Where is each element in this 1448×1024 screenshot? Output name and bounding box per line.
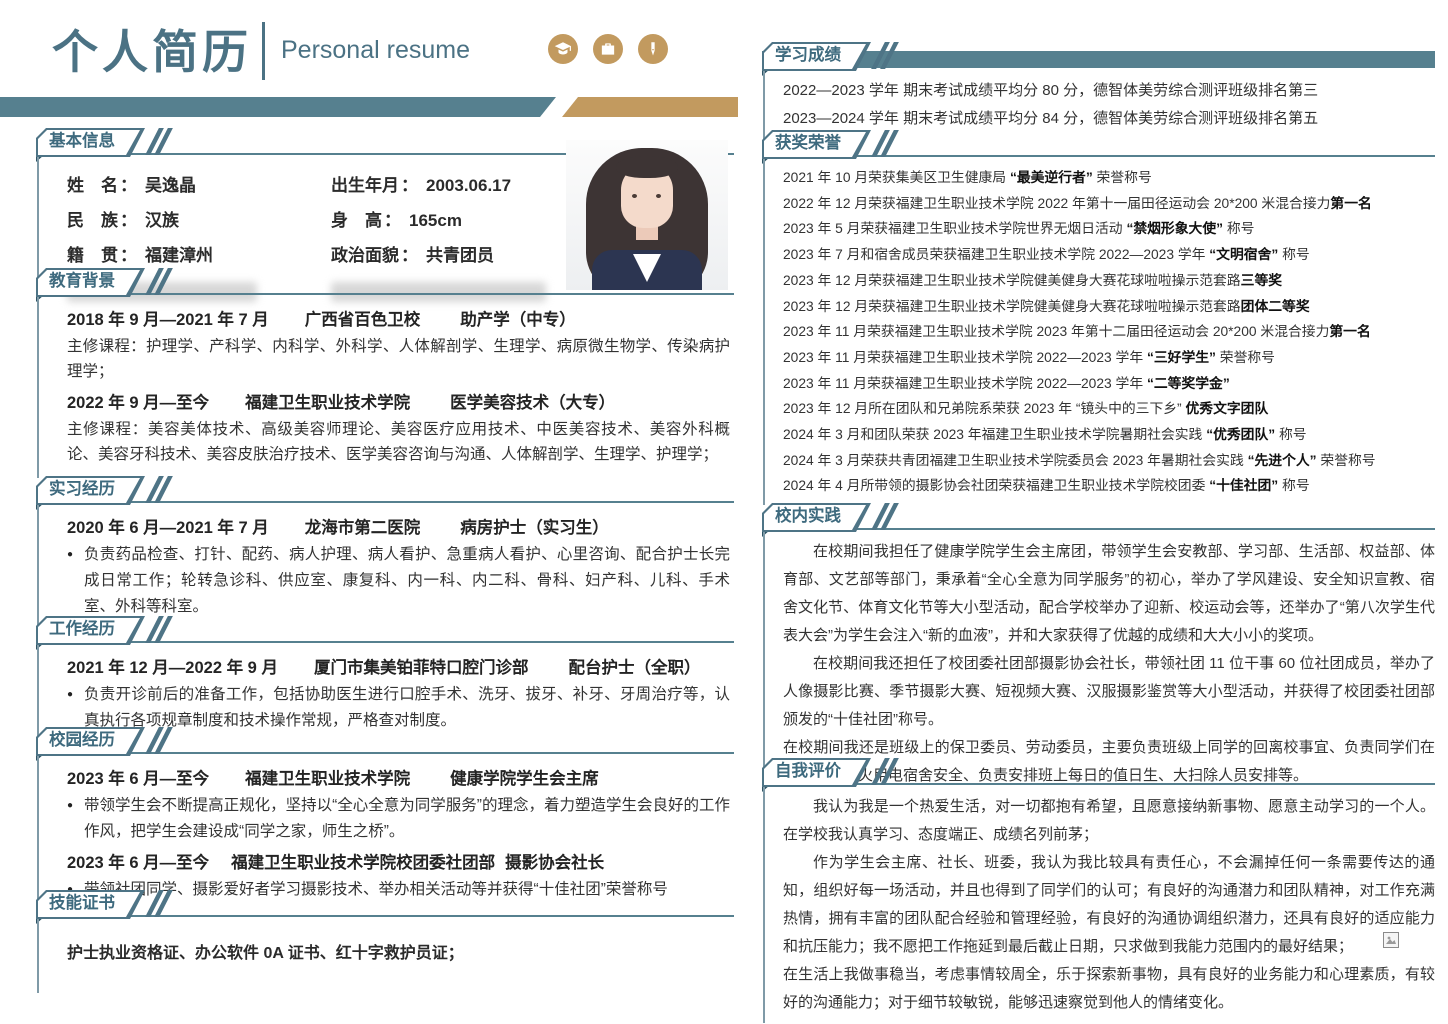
- field-hometown: 籍 贯：福建漳州: [67, 241, 317, 266]
- page-header: 个人简历 Personal resume: [52, 16, 736, 82]
- self-eval-paragraph: 作为学生会主席、社长、班委，我认为我比较具有责任心，不会漏掉任何一条需要传达的通…: [783, 849, 1435, 961]
- section-title: 教育背景: [36, 268, 145, 295]
- award-item: 2024 年 3 月荣获共青团福建卫生职业技术学院委员会 2023 年暑期社会实…: [783, 448, 1435, 474]
- header-icons: [548, 34, 736, 64]
- section-tag: 教育背景: [36, 268, 145, 295]
- section-header: 校内实践: [762, 503, 1435, 530]
- section-title: 自我评价: [762, 758, 871, 785]
- section-education: 教育背景 2018 年 9 月—2021 年 7 月广西省百色卫校助产学（中专）…: [36, 268, 734, 478]
- grade-line: 2023—2024 学年 期末考试成绩平均分 84 分，德智体美劳综合测评班级排…: [783, 105, 1435, 133]
- section-title: 校园经历: [36, 727, 145, 754]
- field-name: 姓 名：吴逸晶: [67, 171, 317, 196]
- section-title: 学习成绩: [762, 42, 871, 69]
- section-header: 工作经历: [36, 616, 734, 643]
- section-tag: 自我评价: [762, 758, 871, 785]
- section-internship: 实习经历 2020 年 6 月—2021 年 7 月龙海市第二医院病房护士（实习…: [36, 476, 734, 630]
- award-item: 2021 年 10 月荣获集美区卫生健康局 “最美逆行者” 荣誉称号: [783, 165, 1435, 191]
- title-divider: [262, 22, 265, 80]
- section-tag: 校内实践: [762, 503, 871, 530]
- section-tag: 校园经历: [36, 727, 145, 754]
- profile-photo: [566, 140, 728, 290]
- self-eval-paragraph: 在生活上我做事稳当，考虑事情较周全，乐于探索新事物，具有良好的业务能力和心理素质…: [783, 961, 1435, 1017]
- award-item: 2023 年 11 月荣获福建卫生职业技术学院 2023 年第十二届田径运动会 …: [783, 319, 1435, 345]
- briefcase-icon: [593, 34, 623, 64]
- section-self-eval: 自我评价 我认为我是一个热爱生活，对一切都抱有希望，且愿意接纳新事物、愿意主动学…: [762, 758, 1435, 1023]
- section-practice: 校内实践 在校期间我担任了健康学院学生会主席团，带领学生会安教部、学习部、生活部…: [762, 503, 1435, 796]
- practice-body: 在校期间我担任了健康学院学生会主席团，带领学生会安教部、学习部、生活部、权益部、…: [763, 530, 1435, 796]
- section-title: 校内实践: [762, 503, 871, 530]
- section-header: 获奖荣誉: [762, 130, 1435, 157]
- grades-body: 2022—2023 学年 期末考试成绩平均分 80 分，德智体美劳综合测评班级排…: [763, 69, 1435, 139]
- education-entry-header: 2022 年 9 月—至今福建卫生职业技术学院医学美容技术（大专）: [67, 389, 730, 413]
- grade-line: 2022—2023 学年 期末考试成绩平均分 80 分，德智体美劳综合测评班级排…: [783, 77, 1435, 105]
- practice-paragraph: 在校期间我担任了健康学院学生会主席团，带领学生会安教部、学习部、生活部、权益部、…: [783, 538, 1435, 650]
- award-item: 2023 年 11 月荣获福建卫生职业技术学院 2022—2023 学年 “三好…: [783, 345, 1435, 371]
- education-entry-header: 2018 年 9 月—2021 年 7 月广西省百色卫校助产学（中专）: [67, 306, 730, 330]
- section-grades: 学习成绩 2022—2023 学年 期末考试成绩平均分 80 分，德智体美劳综合…: [762, 42, 1435, 139]
- field-height: 身 高：165cm: [331, 206, 547, 231]
- section-title: 实习经历: [36, 476, 145, 503]
- pencil-icon: [638, 34, 668, 64]
- education-body: 2018 年 9 月—2021 年 7 月广西省百色卫校助产学（中专） 主修课程…: [37, 295, 734, 478]
- work-entry-header: 2021 年 12 月—2022 年 9 月厦门市集美铂菲特口腔门诊部配台护士（…: [67, 654, 730, 678]
- section-header: 学习成绩: [762, 42, 1435, 69]
- section-tag: 基本信息: [36, 128, 145, 155]
- education-courses: 主修课程：护理学、产科学、内科学、外科学、人体解剖学、生理学、病原微生物学、传染…: [67, 334, 730, 384]
- section-tag: 获奖荣誉: [762, 130, 871, 157]
- section-skills: 技能证书 护士执业资格证、办公软件 0A 证书、红十字救护员证；: [36, 890, 734, 993]
- section-title: 基本信息: [36, 128, 145, 155]
- award-item: 2023 年 5 月荣获福建卫生职业技术学院世界无烟日活动 “禁烟形象大使” 称…: [783, 216, 1435, 242]
- graduation-cap-icon: [548, 34, 578, 64]
- bullet-icon: ●: [67, 542, 73, 620]
- section-header: 自我评价: [762, 758, 1435, 785]
- field-ethnicity: 民 族：汉族: [67, 206, 317, 231]
- section-campus: 校园经历 2023 年 6 月—至今福建卫生职业技术学院健康学院学生会主席 ●带…: [36, 727, 734, 913]
- section-work: 工作经历 2021 年 12 月—2022 年 9 月厦门市集美铂菲特口腔门诊部…: [36, 616, 734, 744]
- section-tag: 工作经历: [36, 616, 145, 643]
- section-title: 技能证书: [36, 890, 145, 917]
- section-awards: 获奖荣誉 2021 年 10 月荣获集美区卫生健康局 “最美逆行者” 荣誉称号 …: [762, 130, 1435, 505]
- internship-bullet: ●负责药品检查、打针、配药、病人护理、病人看护、急重病人看护、心里咨询、配合护士…: [67, 542, 730, 620]
- skills-text: 护士执业资格证、办公软件 0A 证书、红十字救护员证；: [67, 925, 730, 967]
- section-title: 获奖荣誉: [762, 130, 871, 157]
- field-birth: 出生年月：2003.06.17: [331, 171, 547, 196]
- award-item: 2023 年 12 月荣获福建卫生职业技术学院健美健身大赛花球啦啦操示范套路三等…: [783, 268, 1435, 294]
- section-title: 工作经历: [36, 616, 145, 643]
- section-tag: 技能证书: [36, 890, 145, 917]
- award-item: 2023 年 12 月所在团队和兄弟院系荣获 2023 年 “镜头中的三下乡” …: [783, 396, 1435, 422]
- campus-entry-header: 2023 年 6 月—至今福建卫生职业技术学院健康学院学生会主席: [67, 765, 730, 789]
- section-tag: 实习经历: [36, 476, 145, 503]
- practice-paragraph: 在校期间我还担任了校团委社团部摄影协会社长，带领社团 11 位干事 60 位社团…: [783, 650, 1435, 734]
- section-header: 实习经历: [36, 476, 734, 503]
- award-item: 2023 年 11 月荣获福建卫生职业技术学院 2022—2023 学年 “二等…: [783, 371, 1435, 397]
- education-courses: 主修课程：美容美体技术、高级美容师理论、美容医疗应用技术、中医美容技术、美容外科…: [67, 417, 730, 467]
- teal-band: [0, 97, 556, 117]
- section-header: 校园经历: [36, 727, 734, 754]
- resume-page: 个人简历 Personal resume 基本信息 姓 名：吴逸晶 出生年月：2…: [0, 0, 1448, 1024]
- gold-band: [562, 97, 738, 117]
- broken-image-icon: [1383, 932, 1399, 948]
- page-subtitle: Personal resume: [281, 36, 470, 65]
- skills-body: 护士执业资格证、办公软件 0A 证书、红十字救护员证；: [37, 917, 734, 993]
- award-item: 2023 年 12 月荣获福建卫生职业技术学院健美健身大赛花球啦啦操示范套路团体…: [783, 294, 1435, 320]
- bullet-icon: ●: [67, 793, 73, 845]
- award-item: 2022 年 12 月荣获福建卫生职业技术学院 2022 年第十一届田径运动会 …: [783, 191, 1435, 217]
- awards-body: 2021 年 10 月荣获集美区卫生健康局 “最美逆行者” 荣誉称号 2022 …: [763, 157, 1435, 505]
- section-header: 技能证书: [36, 890, 734, 917]
- award-item: 2024 年 3 月和团队荣获 2023 年福建卫生职业技术学院暑期社会实践 “…: [783, 422, 1435, 448]
- internship-entry-header: 2020 年 6 月—2021 年 7 月龙海市第二医院病房护士（实习生）: [67, 514, 730, 538]
- field-political-status: 政治面貌：共青团员: [331, 241, 547, 266]
- internship-body: 2020 年 6 月—2021 年 7 月龙海市第二医院病房护士（实习生） ●负…: [37, 503, 734, 630]
- award-item: 2023 年 7 月和宿舍成员荣获福建卫生职业技术学院 2022—2023 学年…: [783, 242, 1435, 268]
- self-eval-paragraph: 我认为我是一个热爱生活，对一切都抱有希望，且愿意接纳新事物、愿意主动学习的一个人…: [783, 793, 1435, 849]
- campus-bullet: ●带领学生会不断提高正规化，坚持以“全心全意为同学服务”的理念，着力塑造学生会良…: [67, 793, 730, 845]
- campus-entry-header: 2023 年 6 月—至今福建卫生职业技术学院校团委社团部摄影协会社长: [67, 849, 730, 873]
- award-item: 2024 年 4 月所带领的摄影协会社团荣获福建卫生职业技术学院校团委 “十佳社…: [783, 473, 1435, 499]
- section-tag: 学习成绩: [762, 42, 871, 69]
- self-eval-body: 我认为我是一个热爱生活，对一切都抱有希望，且愿意接纳新事物、愿意主动学习的一个人…: [763, 785, 1435, 1023]
- page-title: 个人简历: [52, 16, 252, 82]
